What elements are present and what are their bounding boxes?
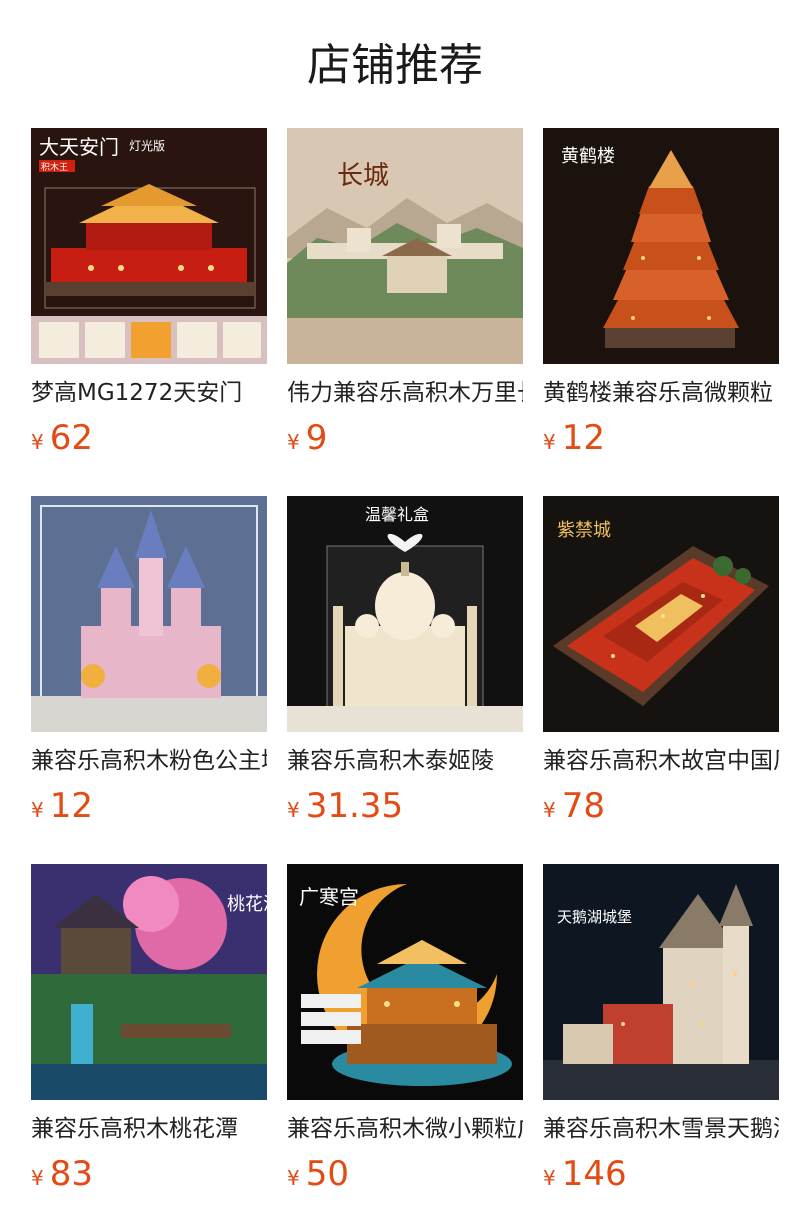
- moon-palace-icon: 广寒宫: [287, 864, 523, 1100]
- currency-symbol: ¥: [287, 1166, 300, 1190]
- image-badge: 灯光版: [129, 139, 165, 153]
- product-name[interactable]: 兼容乐高积木微小颗粒广寒宫: [287, 1114, 523, 1144]
- product-image[interactable]: 紫禁城: [543, 496, 779, 732]
- product-name[interactable]: 兼容乐高积木雪景天鹅湖城堡: [543, 1114, 779, 1144]
- product-price: ¥62: [31, 418, 93, 458]
- product-image[interactable]: 大天安门 灯光版 积木王: [31, 128, 267, 364]
- currency-symbol: ¥: [287, 798, 300, 822]
- image-caption: 黄鹤楼: [561, 146, 615, 167]
- product-image[interactable]: 长城: [287, 128, 523, 364]
- product-image[interactable]: 黄鹤楼: [543, 128, 779, 364]
- image-caption: 大天安门: [39, 135, 119, 159]
- price-value: 31.35: [305, 786, 404, 826]
- peach-blossom-pool-icon: 桃花潭: [31, 864, 267, 1100]
- product-name[interactable]: 梦高MG1272天安门: [31, 378, 267, 408]
- price-value: 12: [49, 786, 93, 826]
- product-image[interactable]: [31, 496, 267, 732]
- product-price: ¥146: [543, 1154, 627, 1194]
- currency-symbol: ¥: [543, 430, 556, 454]
- swan-lake-castle-icon: 天鹅湖城堡: [543, 864, 779, 1100]
- taj-mahal-icon: 温馨礼盒: [287, 496, 523, 732]
- currency-symbol: ¥: [543, 798, 556, 822]
- currency-symbol: ¥: [287, 430, 300, 454]
- image-caption: 桃花潭: [227, 894, 267, 915]
- image-caption: 长城: [337, 161, 389, 191]
- product-price: ¥83: [31, 1154, 93, 1194]
- product-image[interactable]: 桃花潭: [31, 864, 267, 1100]
- product-price: ¥12: [543, 418, 605, 458]
- image-caption: 紫禁城: [557, 520, 611, 541]
- price-value: 62: [49, 418, 93, 458]
- price-value: 78: [561, 786, 605, 826]
- product-image[interactable]: 天鹅湖城堡: [543, 864, 779, 1100]
- great-wall-model-icon: 长城: [287, 128, 523, 364]
- currency-symbol: ¥: [31, 1166, 44, 1190]
- currency-symbol: ¥: [543, 1166, 556, 1190]
- product-price: ¥50: [287, 1154, 349, 1194]
- price-value: 146: [561, 1154, 627, 1194]
- product-price: ¥9: [287, 418, 327, 458]
- price-value: 50: [305, 1154, 349, 1194]
- product-name[interactable]: 黄鹤楼兼容乐高微颗粒: [543, 378, 779, 408]
- price-value: 83: [49, 1154, 93, 1194]
- product-price: ¥12: [31, 786, 93, 826]
- currency-symbol: ¥: [31, 798, 44, 822]
- product-image[interactable]: 广寒宫: [287, 864, 523, 1100]
- image-caption: 天鹅湖城堡: [557, 908, 632, 926]
- forbidden-city-icon: 紫禁城: [543, 496, 779, 732]
- product-image[interactable]: 温馨礼盒: [287, 496, 523, 732]
- image-caption: 广寒宫: [299, 885, 359, 909]
- product-price: ¥78: [543, 786, 605, 826]
- image-caption: 温馨礼盒: [365, 505, 429, 524]
- product-price: ¥31.35: [287, 786, 403, 826]
- price-value: 9: [305, 418, 328, 458]
- product-name[interactable]: 兼容乐高积木泰姬陵: [287, 746, 523, 776]
- product-name[interactable]: 兼容乐高积木故宫中国风: [543, 746, 779, 776]
- tiananmen-model-icon: 大天安门 灯光版 积木王: [31, 128, 267, 364]
- product-name[interactable]: 伟力兼容乐高积木万里长城: [287, 378, 523, 408]
- pink-castle-icon: [31, 496, 267, 732]
- yellow-crane-tower-icon: 黄鹤楼: [543, 128, 779, 364]
- product-name[interactable]: 兼容乐高积木桃花潭: [31, 1114, 267, 1144]
- page-title: 店铺推荐: [307, 40, 483, 91]
- product-name[interactable]: 兼容乐高积木粉色公主城堡: [31, 746, 267, 776]
- currency-symbol: ¥: [31, 430, 44, 454]
- price-value: 12: [561, 418, 605, 458]
- image-tag: 积木王: [41, 161, 68, 173]
